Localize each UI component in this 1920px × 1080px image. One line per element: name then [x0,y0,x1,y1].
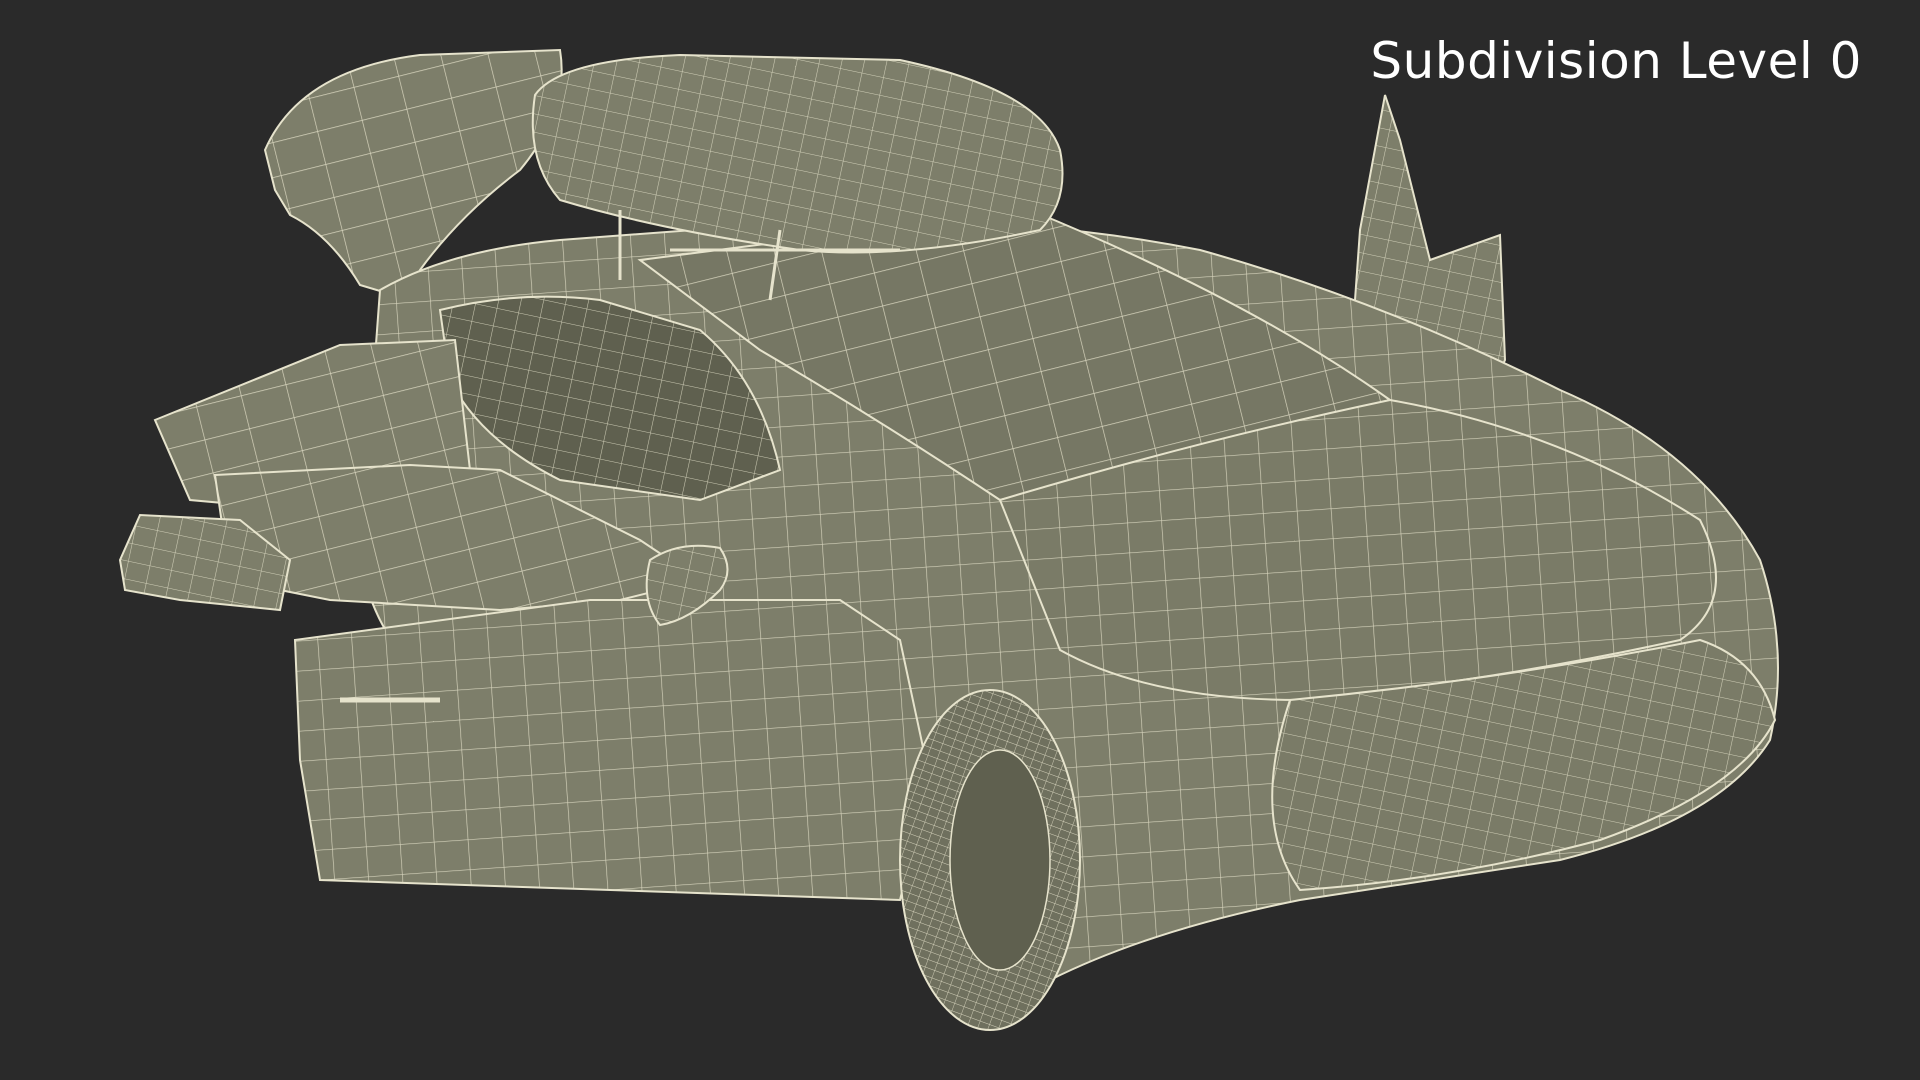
front-wheel [899,689,1081,1031]
wireframe-car-render [118,48,1779,1031]
subdivision-level-label: Subdivision Level 0 [1370,32,1862,90]
side-panel [293,599,932,902]
viewport: Subdivision Level 0 [0,0,1920,1080]
